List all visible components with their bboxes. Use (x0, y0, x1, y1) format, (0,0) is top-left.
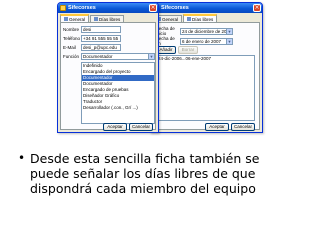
dias-libres-window: Sifecorses × General Días libres Fecha d… (150, 2, 263, 133)
tab-general[interactable]: General (60, 14, 90, 22)
role-selected-value: Documentador (83, 54, 113, 59)
calendar-tab-icon (94, 17, 99, 21)
slide-bullet: • Desde esta sencilla ficha también se p… (18, 151, 308, 196)
end-date-value: 6 de enero de 2007 (182, 38, 222, 44)
role-dropdown-list[interactable]: Indefinido Encargado del proyecto Docume… (81, 62, 155, 124)
phone-label: Teléfono (63, 36, 81, 41)
bullet-text: Desde esta sencilla ficha también se pue… (30, 151, 260, 196)
role-label: Función (63, 54, 80, 59)
close-icon[interactable]: × (253, 4, 261, 12)
tab-strip: General Días libres (151, 14, 262, 22)
end-date-row: Fecha de fin 6 de enero de 2007 ▼ (156, 36, 233, 46)
tab-strip: General Días libres (58, 14, 158, 22)
window-titlebar[interactable]: Sifecorses × (151, 3, 262, 13)
tab-dias-libres[interactable]: Días libres (183, 14, 218, 22)
role-row: Función Documentador ▼ (63, 53, 155, 60)
end-date-picker[interactable]: 6 de enero de 2007 ▼ (180, 37, 233, 45)
start-date-row: Fecha de inicio 24 de diciembre de 2006 … (156, 26, 233, 36)
start-date-picker[interactable]: 24 de diciembre de 2006 ▼ (180, 27, 233, 35)
accept-button[interactable]: Aceptar (103, 123, 127, 131)
add-button[interactable]: Añadir (156, 46, 176, 54)
role-select[interactable]: Documentador ▼ (81, 53, 155, 60)
cancel-button[interactable]: Cancelar (231, 123, 255, 131)
cancel-button[interactable]: Cancelar (129, 123, 153, 131)
name-row: Nombre desi (63, 26, 121, 33)
name-label: Nombre (63, 27, 80, 32)
app-icon (60, 5, 66, 11)
chevron-down-icon[interactable]: ▼ (226, 38, 232, 44)
general-panel: Nombre desi Teléfono +34 91 555 55 55 E-… (60, 22, 156, 131)
remove-button[interactable]: Borrar (178, 46, 198, 54)
chevron-down-icon[interactable]: ▼ (148, 54, 154, 59)
tab-dias-libres[interactable]: Días libres (90, 15, 125, 22)
start-date-value: 24 de diciembre de 2006 (182, 28, 232, 34)
calendar-tab-icon (187, 17, 192, 21)
list-item[interactable]: 24-dic-2006...06-ene-2007 (157, 56, 254, 62)
email-label: E-Mail (63, 45, 76, 50)
window-title: Sifecorses (161, 5, 189, 11)
bullet-icon: • (18, 151, 26, 165)
general-window: Sifecorses × General Días libres Nombre … (57, 2, 159, 133)
list-item[interactable]: Desarrollador (.con., Gr/ ...) (82, 105, 154, 111)
window-titlebar[interactable]: Sifecorses × (58, 3, 158, 13)
chevron-down-icon[interactable]: ▼ (226, 28, 232, 34)
general-tab-icon (64, 17, 68, 21)
free-days-list[interactable]: 24-dic-2006...06-ene-2007 (156, 55, 255, 121)
email-field[interactable]: desi_p@upc.edu (81, 44, 121, 51)
end-date-label: Fecha de fin (156, 36, 175, 46)
email-row: E-Mail desi_p@upc.edu (63, 44, 121, 51)
start-date-label: Fecha de inicio (156, 26, 175, 36)
phone-row: Teléfono +34 91 555 55 55 (63, 35, 121, 42)
close-icon[interactable]: × (149, 4, 157, 12)
dias-libres-panel: Fecha de inicio 24 de diciembre de 2006 … (153, 22, 260, 131)
phone-field[interactable]: +34 91 555 55 55 (81, 35, 121, 42)
window-title: Sifecorses (68, 5, 96, 11)
name-field[interactable]: desi (81, 26, 121, 33)
accept-button[interactable]: Aceptar (205, 123, 229, 131)
